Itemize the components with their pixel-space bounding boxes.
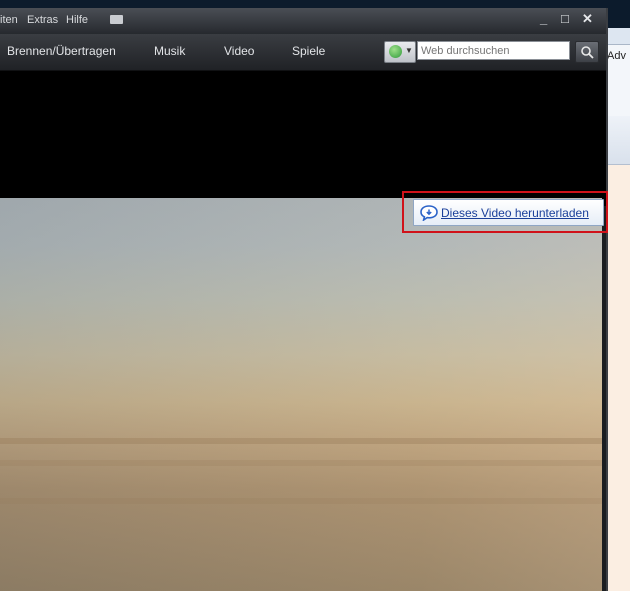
maximize-button[interactable]: □ [561, 11, 569, 26]
menu-item-iten[interactable]: iten [0, 14, 18, 26]
nav-spiele[interactable]: Spiele [292, 44, 325, 58]
menu-item-extras[interactable]: Extras [27, 14, 58, 26]
chevron-down-icon: ▼ [405, 46, 413, 55]
nav-musik[interactable]: Musik [154, 44, 185, 58]
navigation-bar: Brennen/Übertragen Musik Video Spiele ▼ [0, 34, 606, 71]
search-provider-button[interactable]: ▼ [384, 41, 416, 63]
download-video-button[interactable]: Dieses Video herunterladen [413, 199, 604, 226]
menu-bar: iten Extras Hilfe _ □ ✕ [0, 8, 606, 34]
globe-icon [389, 45, 402, 58]
player-black-area [0, 71, 606, 206]
minimize-button[interactable]: _ [540, 11, 547, 26]
video-frame[interactable] [0, 198, 602, 591]
nav-video[interactable]: Video [224, 44, 254, 58]
nav-brennen[interactable]: Brennen/Übertragen [7, 44, 116, 58]
search-input[interactable] [417, 41, 570, 60]
search-button[interactable] [575, 41, 599, 63]
download-bubble-icon [420, 205, 438, 221]
menu-item-hilfe[interactable]: Hilfe [66, 14, 88, 26]
close-button[interactable]: ✕ [582, 11, 593, 27]
mail-icon[interactable] [110, 15, 123, 24]
download-video-label[interactable]: Dieses Video herunterladen [441, 206, 589, 220]
search-icon [581, 46, 594, 59]
background-adv-label: Adv [607, 50, 626, 62]
